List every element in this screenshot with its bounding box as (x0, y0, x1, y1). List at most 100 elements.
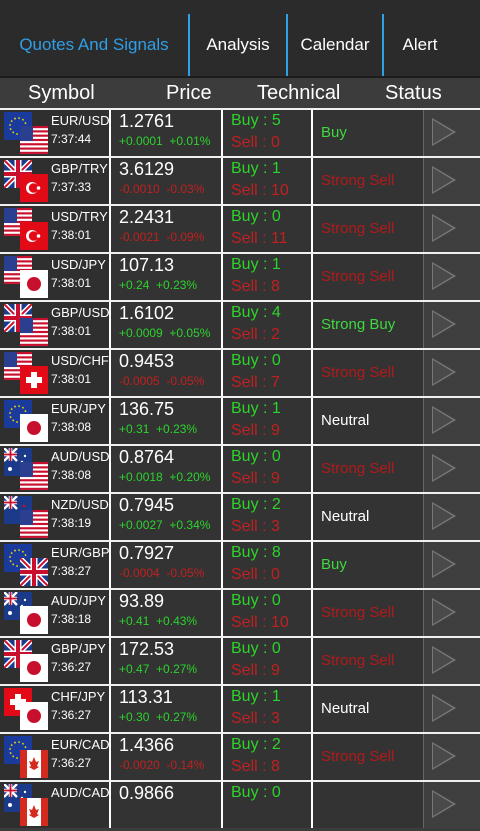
japan-flag-icon (20, 654, 48, 682)
quote-row[interactable]: USD/JPY 7:38:01 107.13 +0.24 +0.23% Buy … (0, 252, 480, 300)
pair-name: AUD/CAD (51, 785, 110, 800)
quote-row[interactable]: GBP/JPY 7:36:27 172.53 +0.47 +0.27% Buy … (0, 636, 480, 684)
price-value: 0.7927 (119, 543, 175, 563)
symbol-cell: USD/CHF 7:38:01 (0, 350, 111, 396)
detail-button[interactable] (424, 350, 480, 396)
technical-cell: Buy : 0 Sell : 7 (223, 350, 313, 396)
detail-button[interactable] (424, 446, 480, 492)
price-change: +0.31 +0.23% (119, 422, 197, 436)
price-change: +0.0018 +0.20% (119, 470, 210, 484)
detail-button[interactable] (424, 110, 480, 156)
tab-alert[interactable]: Alert (384, 14, 456, 76)
signal-status: Strong Sell (321, 172, 395, 189)
quote-row[interactable]: GBP/TRY 7:37:33 3.6129 -0.0010 -0.03% Bu… (0, 156, 480, 204)
quote-row[interactable]: GBP/USD 7:38:01 1.6102 +0.0009 +0.05% Bu… (0, 300, 480, 348)
tab-label: Analysis (206, 35, 270, 54)
pair-name: AUD/USD (51, 449, 110, 464)
technical-cell: Buy : 1 Sell : 10 (223, 158, 313, 204)
price-value: 107.13 (119, 255, 175, 275)
quote-row[interactable]: EUR/USD 7:37:44 1.2761 +0.0001 +0.01% Bu… (0, 108, 480, 156)
quote-row[interactable]: EUR/CAD 7:36:27 1.4366 -0.0020 -0.14% Bu… (0, 732, 480, 780)
status-cell: Strong Sell (313, 350, 424, 396)
detail-button[interactable] (424, 398, 480, 444)
price-value: 113.31 (119, 687, 173, 707)
detail-button[interactable] (424, 302, 480, 348)
tab-calendar[interactable]: Calendar (288, 14, 382, 76)
price-value: 3.6129 (119, 159, 175, 179)
price-value: 0.9866 (119, 783, 175, 803)
quote-row[interactable]: AUD/JPY 7:38:18 93.89 +0.41 +0.43% Buy :… (0, 588, 480, 636)
technical-cell: Buy : 2 Sell : 8 (223, 734, 313, 780)
change-percent: +0.43% (156, 614, 198, 628)
currency-flags (3, 591, 48, 634)
quote-time: 7:38:01 (51, 228, 92, 242)
technical-cell: Buy : 0 Sell : 11 (223, 206, 313, 252)
detail-button[interactable] (424, 686, 480, 732)
change-percent: -0.14% (166, 758, 205, 772)
detail-button[interactable] (424, 206, 480, 252)
buy-count: Buy : 2 (231, 736, 281, 753)
quote-row[interactable]: NZD/USD 7:38:19 0.7945 +0.0027 +0.34% Bu… (0, 492, 480, 540)
detail-button[interactable] (424, 638, 480, 684)
change-value: +0.41 (119, 614, 150, 628)
price-change: +0.47 +0.27% (119, 662, 197, 676)
symbol-cell: AUD/CAD (0, 782, 111, 828)
pair-name: EUR/JPY (51, 401, 106, 416)
change-value: +0.31 (119, 422, 150, 436)
quote-row[interactable]: CHF/JPY 7:36:27 113.31 +0.30 +0.27% Buy … (0, 684, 480, 732)
detail-button[interactable] (424, 734, 480, 780)
buy-count: Buy : 1 (231, 688, 281, 705)
status-cell: Strong Sell (313, 446, 424, 492)
change-value: +0.47 (119, 662, 150, 676)
us-flag-icon (20, 318, 48, 346)
quote-row[interactable]: EUR/JPY 7:38:08 136.75 +0.31 +0.23% Buy … (0, 396, 480, 444)
status-cell: Neutral (313, 398, 424, 444)
price-cell: 3.6129 -0.0010 -0.03% (111, 158, 223, 204)
change-value: +0.0009 (119, 326, 163, 340)
detail-button[interactable] (424, 158, 480, 204)
price-cell: 93.89 +0.41 +0.43% (111, 590, 223, 636)
currency-flags (4, 736, 48, 778)
change-value: +0.0001 (119, 134, 163, 148)
signal-status: Buy (321, 124, 347, 141)
change-percent: +0.20% (169, 470, 211, 484)
price-change: -0.0010 -0.03% (119, 182, 204, 196)
pair-name: USD/JPY (51, 257, 106, 272)
change-value: -0.0005 (119, 374, 160, 388)
tab-analysis[interactable]: Analysis (190, 14, 286, 76)
quote-row[interactable]: AUD/CAD 0.9866 Buy : 0 (0, 780, 480, 828)
quote-row[interactable]: USD/CHF 7:38:01 0.9453 -0.0005 -0.05% Bu… (0, 348, 480, 396)
signal-status: Neutral (321, 412, 370, 429)
detail-button[interactable] (424, 254, 480, 300)
currency-flags (4, 352, 48, 394)
status-cell: Strong Sell (313, 638, 424, 684)
symbol-cell: NZD/USD 7:38:19 (0, 494, 111, 540)
price-cell: 0.9866 (111, 782, 223, 828)
currency-flags (4, 256, 48, 298)
technical-cell: Buy : 4 Sell : 2 (223, 302, 313, 348)
tab-quotes-and-signals[interactable]: Quotes And Signals (0, 14, 188, 76)
quote-row[interactable]: AUD/USD 7:38:08 0.8764 +0.0018 +0.20% Bu… (0, 444, 480, 492)
detail-button[interactable] (424, 782, 480, 828)
status-cell: Strong Sell (313, 158, 424, 204)
technical-cell: Buy : 8 Sell : 0 (223, 542, 313, 588)
signal-status: Neutral (321, 508, 370, 525)
change-value: -0.0004 (119, 566, 160, 580)
quote-row[interactable]: USD/TRY 7:38:01 2.2431 -0.0021 -0.09% Bu… (0, 204, 480, 252)
technical-cell: Buy : 0 Sell : 10 (223, 590, 313, 636)
sell-count: Sell : 3 (231, 518, 280, 535)
currency-flags (3, 495, 48, 538)
price-cell: 113.31 +0.30 +0.27% (111, 686, 223, 732)
detail-button[interactable] (424, 590, 480, 636)
detail-button[interactable] (424, 542, 480, 588)
play-arrow-inner (433, 408, 453, 432)
buy-count: Buy : 2 (231, 496, 281, 513)
change-percent: -0.09% (166, 230, 205, 244)
change-value: +0.0018 (119, 470, 163, 484)
column-symbol: Symbol (28, 82, 95, 104)
change-value: +0.24 (119, 278, 150, 292)
detail-button[interactable] (424, 494, 480, 540)
quote-row[interactable]: EUR/GBP 7:38:27 0.7927 -0.0004 -0.05% Bu… (0, 540, 480, 588)
quote-time: 7:38:01 (51, 276, 92, 290)
price-value: 0.7945 (119, 495, 175, 515)
